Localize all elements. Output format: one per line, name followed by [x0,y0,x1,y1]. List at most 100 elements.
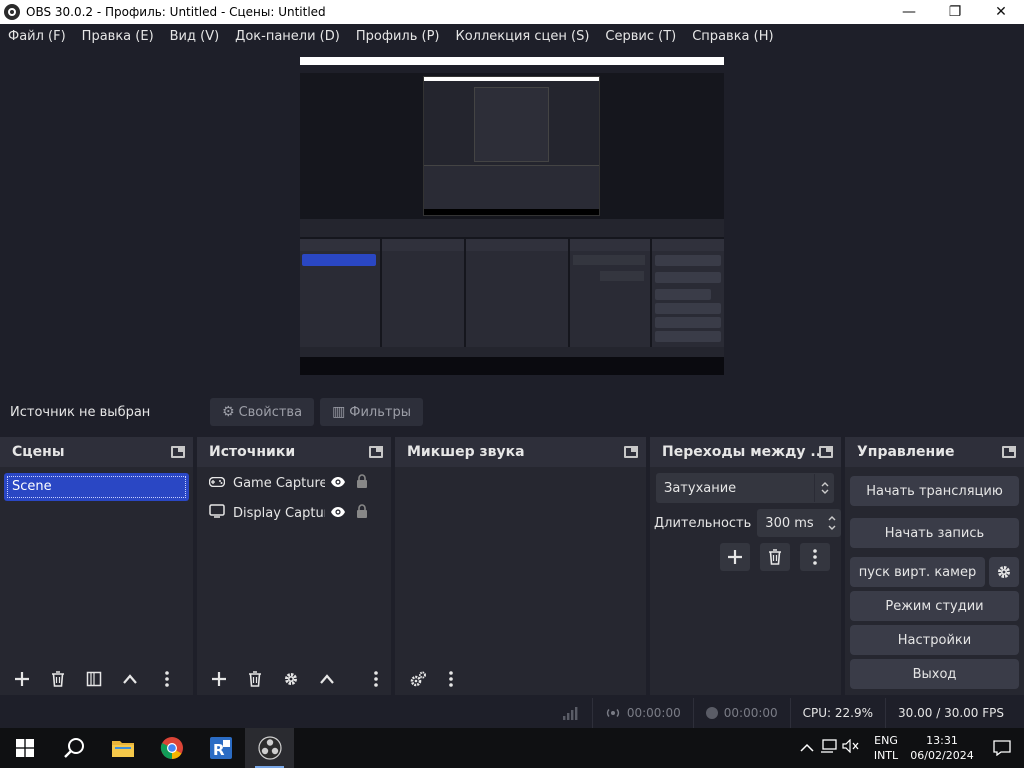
filters-label: Фильтры [349,404,411,420]
source-item[interactable]: Game Capture [197,468,391,498]
minimize-button[interactable]: — [886,0,932,24]
preview-dock-transitions [570,239,650,357]
obs-logo-icon [257,736,282,760]
select-arrows-icon [814,474,834,502]
add-source-button[interactable] [204,665,234,693]
start-streaming-button[interactable]: Начать трансляцию [850,476,1019,506]
obs-logo-icon [4,4,20,20]
studio-mode-button[interactable]: Режим студии [850,591,1019,621]
transition-more-button[interactable] [800,543,830,571]
controls-dock-header: Управление [845,437,1024,467]
scenes-dock-title: Сцены [12,444,65,460]
source-name: Display Capture [233,505,325,521]
preview-nested-statusbar [300,347,724,357]
taskbar-file-explorer[interactable] [98,728,147,768]
monitor-icon [209,504,227,522]
visibility-eye-icon[interactable] [325,504,351,522]
preview-recursive-inner [474,87,549,162]
mixer-body [395,467,646,663]
taskbar-remote-app[interactable]: R [196,728,245,768]
add-transition-button[interactable] [720,543,750,571]
mixer-dock-header: Микшер звука [395,437,646,467]
menu-view[interactable]: Вид (V) [162,29,228,44]
undock-icon[interactable] [171,446,185,458]
preview-recursive-taskbar [424,209,599,215]
duration-spinbox[interactable]: 300 ms [757,509,842,537]
taskbar-search-button[interactable] [49,728,98,768]
mixer-more-button[interactable] [443,665,459,693]
advanced-audio-button[interactable] [403,665,433,693]
taskbar-clock[interactable]: 13:31 06/02/2024 [904,733,980,763]
stream-time: 00:00:00 [626,706,681,720]
remote-desktop-icon: R [209,737,232,759]
undock-icon[interactable] [624,446,638,458]
chevron-up-icon[interactable] [796,740,818,756]
menu-profile[interactable]: Профиль (P) [348,29,448,44]
properties-label: Свойства [238,404,303,420]
menu-docks[interactable]: Док-панели (D) [227,29,348,44]
move-scene-up-button[interactable] [115,665,145,693]
scene-item-label: Scene [7,476,186,498]
speaker-muted-icon[interactable] [840,738,862,757]
sources-dock-header: Источники [197,437,391,467]
transition-select[interactable]: Затухание [656,473,834,503]
transitions-body: Затухание Длительность 300 ms [650,467,842,663]
add-scene-button[interactable] [7,665,37,693]
lock-icon[interactable] [351,474,373,492]
visibility-eye-icon[interactable] [325,474,351,492]
move-source-up-button[interactable] [312,665,342,693]
start-button[interactable] [0,728,49,768]
filter-icon: ▥ [332,404,346,420]
source-item[interactable]: Display Capture [197,498,391,528]
broadcast-icon [606,709,619,717]
source-toolbar: Источник не выбран ⚙ Свойства ▥ Фильтры [0,390,1024,434]
remove-source-button[interactable] [240,665,270,693]
scene-more-button[interactable] [159,665,175,693]
network-icon[interactable] [818,738,840,758]
settings-button[interactable]: Настройки [850,625,1019,655]
transition-buttons [720,543,830,571]
maximize-button[interactable]: ❐ [932,0,978,24]
cpu-usage: CPU: 22.9% [789,698,885,728]
source-properties-button[interactable] [276,665,306,693]
spinbox-arrows-icon[interactable] [823,514,841,532]
taskbar-obs[interactable] [245,728,294,768]
undock-icon[interactable] [819,446,833,458]
preview-canvas[interactable] [300,57,724,375]
plus-icon [212,672,226,686]
undock-icon[interactable] [1002,446,1016,458]
record-status: 00:00:00 [692,698,790,728]
undock-icon[interactable] [369,446,383,458]
remove-transition-button[interactable] [760,543,790,571]
transitions-dock-title: Переходы между ... [662,444,820,460]
exit-button[interactable]: Выход [850,659,1019,689]
input-language[interactable]: ENG INTL [868,733,904,763]
status-bar: 00:00:00 00:00:00 CPU: 22.9% 30.00 / 30.… [0,698,1024,728]
filters-button[interactable]: ▥ Фильтры [320,398,423,426]
title-bar: OBS 30.0.2 - Профиль: Untitled - Сцены: … [0,0,1024,24]
menu-edit[interactable]: Правка (E) [74,29,162,44]
more-vertical-icon [449,671,453,687]
close-button[interactable]: ✕ [978,0,1024,24]
lock-icon[interactable] [351,504,373,522]
scene-filters-button[interactable] [79,665,109,693]
properties-button[interactable]: ⚙ Свойства [210,398,315,426]
gear-icon [998,566,1010,578]
menu-tools[interactable]: Сервис (T) [597,29,684,44]
preview-dock-controls [652,239,724,357]
source-more-button[interactable] [368,665,384,693]
menu-scene-collection[interactable]: Коллекция сцен (S) [447,29,597,44]
scene-item[interactable]: Scene [4,473,189,501]
menu-file[interactable]: Файл (F) [0,29,74,44]
gears-icon [410,671,426,687]
taskbar-chrome[interactable] [147,728,196,768]
start-virtual-camera-button[interactable]: пуск вирт. камер [850,557,985,587]
virtual-camera-settings-button[interactable] [989,557,1019,587]
start-recording-button[interactable]: Начать запись [850,518,1019,548]
preview-dock-mixer [466,239,568,357]
remove-scene-button[interactable] [43,665,73,693]
record-dot-icon [705,707,718,719]
trash-icon [769,549,781,565]
notification-center-button[interactable] [980,728,1024,768]
menu-help[interactable]: Справка (H) [684,29,781,44]
